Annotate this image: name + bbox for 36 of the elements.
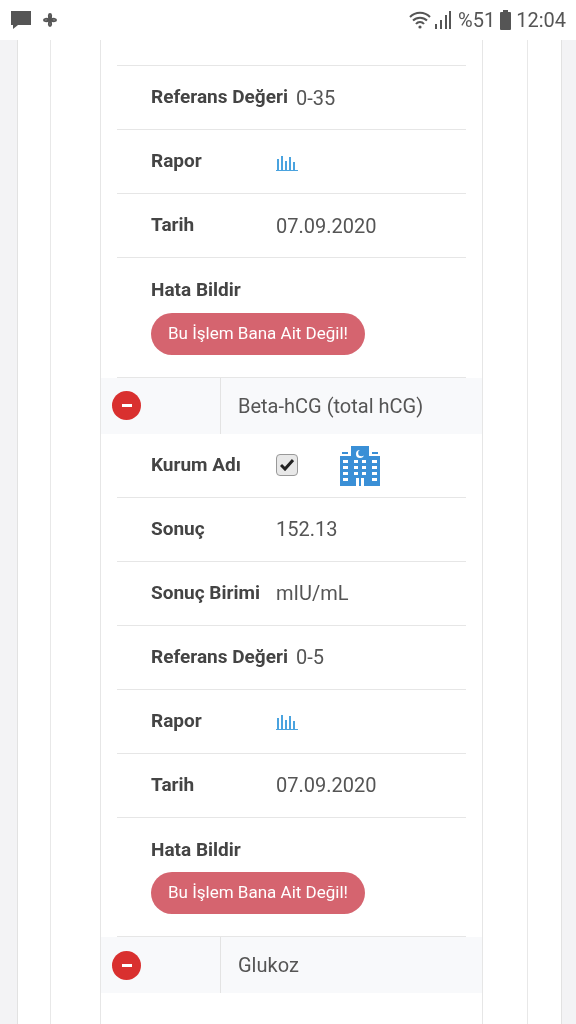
- test-header[interactable]: Beta-hCG (total hCG): [101, 377, 482, 434]
- collapse-icon[interactable]: [112, 950, 141, 980]
- clock: 12:04: [516, 7, 566, 34]
- report-error-button[interactable]: Bu İşlem Bana Ait Değil!: [151, 872, 365, 914]
- field-label: Rapor: [151, 707, 203, 734]
- field-label: Hata Bildir: [151, 836, 242, 863]
- field-label: Rapor: [151, 148, 203, 175]
- field-label: Referans Değeri: [151, 643, 289, 670]
- field-value: 152.13: [276, 516, 338, 543]
- test-name: Beta-hCG (total hCG): [237, 392, 424, 420]
- field-label: Tarih: [151, 212, 196, 239]
- checkmark-icon: [280, 459, 294, 471]
- field-value: 0-35: [295, 84, 336, 112]
- field-label: Kurum Adı: [151, 451, 242, 478]
- checkbox[interactable]: [276, 454, 298, 476]
- pinwheel-icon: [40, 10, 60, 30]
- field-label: Tarih: [151, 771, 196, 798]
- field-value: 0-5: [295, 644, 324, 671]
- message-icon: [10, 10, 32, 30]
- field-label: Sonuç Birimi: [151, 579, 261, 606]
- field-value: 07.09.2020: [276, 772, 377, 799]
- wifi-icon: [408, 10, 433, 30]
- collapse-icon[interactable]: [112, 391, 141, 420]
- battery-icon: [500, 10, 512, 30]
- test-header[interactable]: Glukoz: [101, 937, 482, 993]
- hospital-building-icon: [338, 444, 382, 486]
- test-name: Glukoz: [237, 952, 299, 979]
- bar-chart-icon[interactable]: [276, 712, 298, 730]
- field-value: 07.09.2020: [276, 212, 377, 240]
- field-label: Sonuç: [151, 515, 206, 542]
- field-value: mIU/mL: [276, 580, 349, 607]
- battery-percent: %51: [458, 7, 496, 34]
- report-error-button[interactable]: Bu İşlem Bana Ait Değil!: [151, 312, 365, 355]
- field-label: Referans Değeri: [151, 84, 289, 111]
- field-label: Hata Bildir: [151, 277, 242, 303]
- signal-icon: [434, 10, 453, 30]
